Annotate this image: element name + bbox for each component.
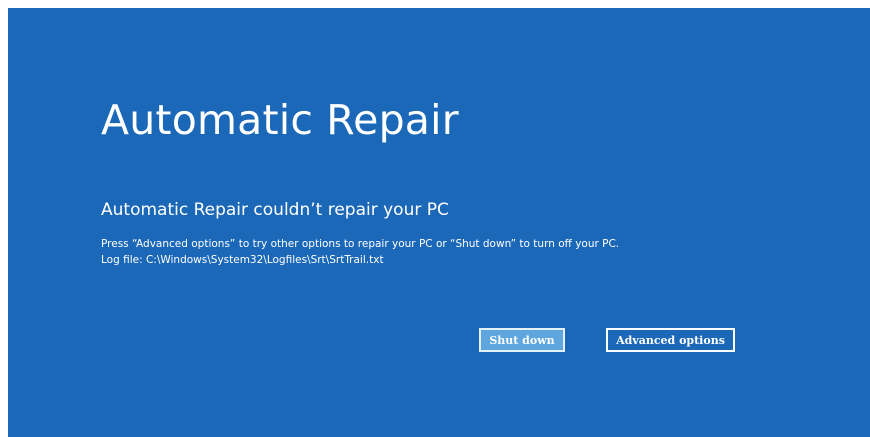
recovery-screen: Automatic Repair Automatic Repair couldn…	[8, 8, 870, 437]
shut-down-button[interactable]: Shut down	[479, 328, 565, 352]
advanced-options-button[interactable]: Advanced options	[606, 328, 735, 352]
log-file-path: Log file: C:\Windows\System32\Logfiles\S…	[101, 254, 384, 267]
page-title: Automatic Repair	[101, 96, 459, 144]
error-heading: Automatic Repair couldn’t repair your PC	[101, 200, 449, 220]
instruction-text: Press “Advanced options” to try other op…	[101, 238, 620, 250]
error-message: Press “Advanced options” to try other op…	[101, 236, 619, 269]
